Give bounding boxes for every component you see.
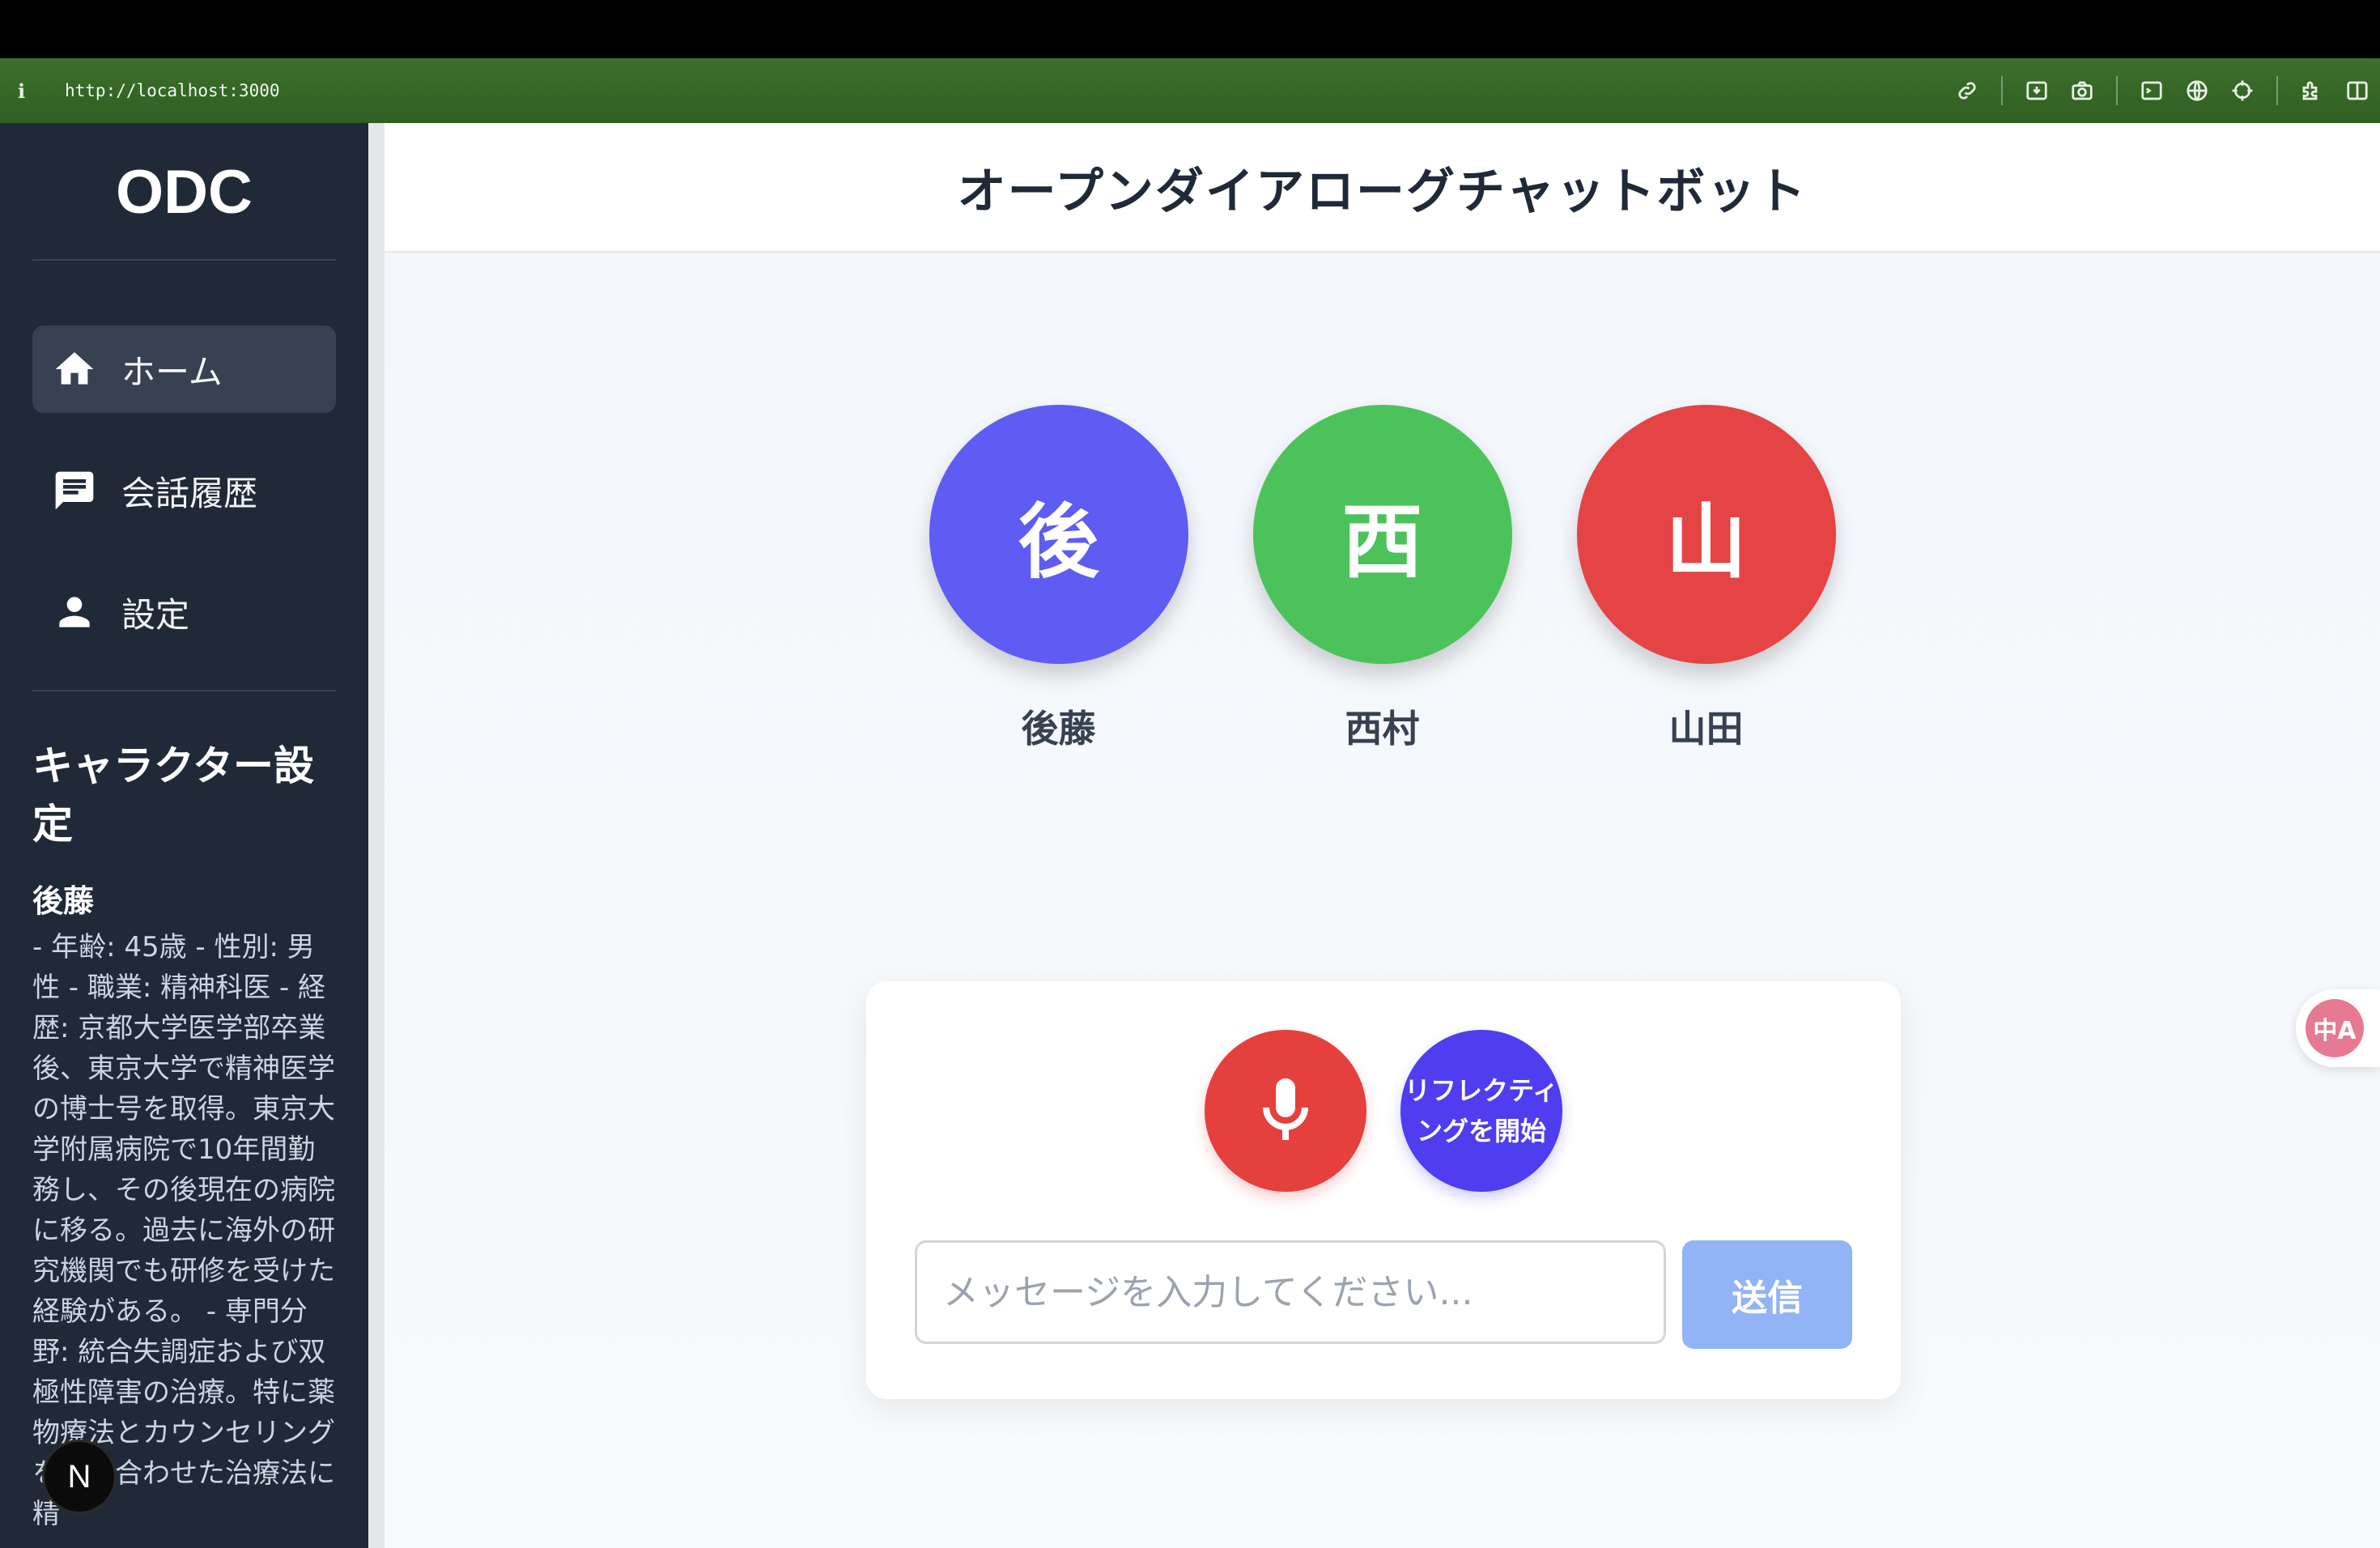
sidebar-item-settings[interactable]: 設定 [32, 568, 336, 656]
character-goto[interactable]: 後 後藤 [929, 405, 1188, 753]
avatar[interactable]: 西 [1252, 405, 1512, 664]
sidebar-icon[interactable] [2335, 58, 2380, 123]
sidebar-item-history[interactable]: 会話履歴 [32, 447, 336, 534]
avatar-name: 後藤 [1021, 707, 1096, 751]
url-bar[interactable]: http://localhost:3000 [65, 81, 280, 100]
app-root: ODC ホーム 会話履歴 設定 キャラクター設定 後藤 - 年齢: 45歳 - … [0, 123, 2380, 1548]
translate-icon: 中A [2306, 999, 2364, 1057]
sidebar-item-label: 会話履歴 [121, 473, 258, 513]
target-icon[interactable] [2220, 58, 2265, 123]
toolbar-divider [2001, 76, 2003, 105]
sidebar-nav: ホーム 会話履歴 設定 [0, 261, 368, 656]
microphone-button[interactable] [1205, 1030, 1366, 1192]
info-icon[interactable]: i [18, 79, 52, 103]
start-reflecting-button[interactable]: リフレクティングを開始 [1400, 1030, 1562, 1192]
sidebar: ODC ホーム 会話履歴 設定 キャラクター設定 後藤 - 年齢: 45歳 - … [0, 123, 385, 1548]
nextjs-badge[interactable]: N [42, 1440, 117, 1514]
sidebar-item-label: ホーム [121, 351, 223, 392]
person-icon [59, 597, 90, 627]
chat-icon [55, 471, 94, 510]
main-content: オープンダイアローグチャットボット 後 後藤 西 西村 山 山田 準備完了 [385, 123, 2380, 1548]
app-header: オープンダイアローグチャットボット [385, 123, 2380, 253]
logo[interactable]: ODC [0, 123, 368, 259]
microphone-icon [1263, 1078, 1308, 1140]
avatar-name: 西村 [1345, 707, 1420, 751]
sidebar-item-label: 設定 [121, 594, 190, 635]
character-name: 後藤 [32, 883, 95, 919]
extension-icon[interactable] [2289, 58, 2335, 123]
character-avatars: 後 後藤 西 西村 山 山田 [385, 405, 2380, 753]
terminal-icon[interactable] [2129, 58, 2174, 123]
browser-toolbar: i http://localhost:3000 [0, 58, 2380, 123]
character-settings-title: キャラクター設定 [32, 742, 314, 848]
send-button[interactable]: 送信 [1682, 1240, 1852, 1349]
chat-panel: リフレクティングを開始 送信 [866, 981, 1901, 1399]
character-yamada[interactable]: 山 山田 [1576, 405, 1836, 753]
page-title: オープンダイアローグチャットボット [957, 163, 1808, 220]
avatar[interactable]: 後 [929, 405, 1188, 664]
toolbar-divider [2116, 76, 2118, 105]
download-icon[interactable] [2014, 58, 2059, 123]
globe-icon[interactable] [2174, 58, 2220, 123]
home-icon [55, 352, 94, 385]
character-nishimura[interactable]: 西 西村 [1252, 405, 1512, 753]
start-reflecting-label: リフレクティングを開始 [1404, 1075, 1559, 1146]
link-icon[interactable] [1944, 58, 1990, 123]
translate-button[interactable]: 中A [2296, 989, 2380, 1067]
sidebar-item-home[interactable]: ホーム [32, 325, 336, 413]
message-input[interactable] [915, 1240, 1666, 1344]
message-input-row: 送信 [915, 1240, 1852, 1349]
browser-tools [1944, 58, 2380, 123]
avatar-name: 山田 [1668, 707, 1744, 751]
avatar[interactable]: 山 [1576, 405, 1836, 664]
panel-buttons: リフレクティングを開始 [866, 1030, 1901, 1192]
screen-top-bar [0, 0, 2380, 58]
camera-icon[interactable] [2059, 58, 2105, 123]
character-settings: キャラクター設定 後藤 - 年齢: 45歳 - 性別: 男性 - 職業: 精神科… [0, 691, 368, 1534]
toolbar-divider [2276, 76, 2278, 105]
